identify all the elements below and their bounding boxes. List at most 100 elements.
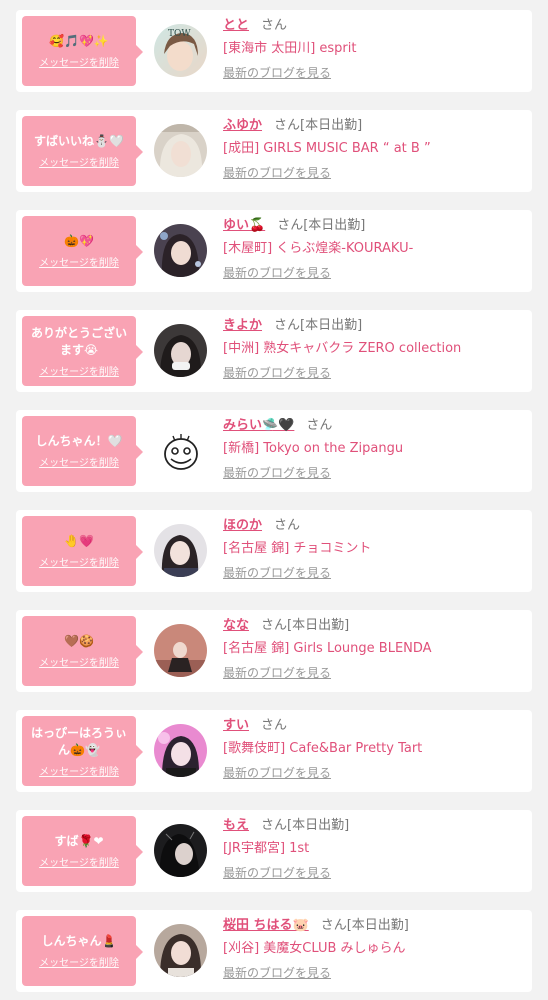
message-text: 🎃💖 [64,234,94,248]
honorific: さん [274,518,301,533]
latest-blog-link[interactable]: 最新のブログを見る [223,565,331,582]
latest-blog-link[interactable]: 最新のブログを見る [223,665,331,682]
latest-blog-link[interactable]: 最新のブログを見る [223,965,331,982]
avatar[interactable] [154,324,207,377]
avatar[interactable] [154,524,207,577]
honorific: さん [261,618,288,633]
message-bubble: はっぴーはろうぃん🎃👻 メッセージを削除 [22,716,143,786]
cast-info: なな さん[本日出勤] [名古屋 錦] Girls Lounge BLENDA 最… [223,616,524,682]
message-text: すば🌹❤ [54,834,104,848]
delete-message-link[interactable]: メッセージを削除 [39,763,119,778]
avatar[interactable] [154,824,207,877]
message-bubble: すば🌹❤ メッセージを削除 [22,816,143,886]
avatar[interactable] [154,424,207,477]
avatar[interactable] [154,924,207,977]
message-bubble: 🤎🍪 メッセージを削除 [22,616,143,686]
shop-link[interactable]: [名古屋 錦] チョコミント [223,539,524,558]
status-badge: [本日出勤] [300,318,363,333]
delete-message-link[interactable]: メッセージを削除 [39,363,119,378]
message-bubble: 🥰🎵💖✨ メッセージを削除 [22,16,143,86]
message-text: しんちゃん！🤍 [35,434,123,448]
latest-blog-link[interactable]: 最新のブログを見る [223,65,331,82]
cast-info: とと さん [東海市 太田川] esprit 最新のブログを見る [223,16,524,82]
avatar[interactable] [154,224,207,277]
shop-link[interactable]: [名古屋 錦] Girls Lounge BLENDA [223,639,524,658]
delete-message-link[interactable]: メッセージを削除 [39,154,119,169]
shop-link[interactable]: [刈谷] 美魔女CLUB みしゅらん [223,939,524,958]
message-bubble: すばいいね⛄🤍 メッセージを削除 [22,116,143,186]
cast-name-link[interactable]: みらい🛸🖤 [223,418,294,433]
cast-name-link[interactable]: 桜田 ちはる🐷 [223,918,309,933]
list-item: 🤎🍪 メッセージを削除 なな さん[本日出勤] [名古屋 錦] Girls Lou… [16,610,532,692]
latest-blog-link[interactable]: 最新のブログを見る [223,165,331,182]
latest-blog-link[interactable]: 最新のブログを見る [223,365,331,382]
shop-link[interactable]: [JR宇都宮] 1st [223,839,524,858]
avatar[interactable] [154,624,207,677]
message-text: ありがとうございます😭 [30,325,127,357]
shop-link[interactable]: [新橋] Tokyo on the Zipangu [223,439,524,458]
message-bubble: ありがとうございます😭 メッセージを削除 [22,316,143,386]
shop-link[interactable]: [木屋町] くらぶ煌楽-KOURAKU- [223,239,524,258]
list-item: 🥰🎵💖✨ メッセージを削除 TOW とと さん [東海市 太田川] esprit … [16,10,532,92]
message-list: 🥰🎵💖✨ メッセージを削除 TOW とと さん [東海市 太田川] esprit … [0,0,548,1000]
message-bubble: 🎃💖 メッセージを削除 [22,216,143,286]
status-badge: [本日出勤] [303,218,366,233]
message-bubble: しんちゃん！🤍 メッセージを削除 [22,416,143,486]
avatar[interactable] [154,124,207,177]
status-badge: [本日出勤] [346,918,409,933]
latest-blog-link[interactable]: 最新のブログを見る [223,865,331,882]
honorific: さん [261,718,288,733]
latest-blog-link[interactable]: 最新のブログを見る [223,265,331,282]
cast-info: きよか さん[本日出勤] [中洲] 熟女キャバクラ ZERO collection… [223,316,524,382]
message-text: 🥰🎵💖✨ [49,34,109,48]
cast-name-link[interactable]: もえ [223,818,249,833]
cast-name-link[interactable]: ふゆか [223,118,262,133]
honorific: さん [277,218,304,233]
cast-name-link[interactable]: ゆい🍒 [223,218,265,233]
cast-info: ほのか さん [名古屋 錦] チョコミント 最新のブログを見る [223,516,524,582]
svg-text:TOW: TOW [168,29,191,39]
cast-name-link[interactable]: きよか [223,318,262,333]
list-item: すばいいね⛄🤍 メッセージを削除 ふゆか さん[本日出勤] [成田] GIRLS … [16,110,532,192]
cast-info: ふゆか さん[本日出勤] [成田] GIRLS MUSIC BAR “ at B … [223,116,524,182]
shop-link[interactable]: [歌舞伎町] Cafe&Bar Pretty Tart [223,739,524,758]
cast-info: みらい🛸🖤 さん [新橋] Tokyo on the Zipangu 最新のブログ… [223,416,524,482]
message-text: しんちゃん💄 [41,934,117,948]
cast-name-link[interactable]: ほのか [223,518,262,533]
delete-message-link[interactable]: メッセージを削除 [39,454,119,469]
list-item: しんちゃん！🤍 メッセージを削除 みらい🛸🖤 さん [新橋] Tokyo on t… [16,410,532,492]
cast-info: ゆい🍒 さん[本日出勤] [木屋町] くらぶ煌楽-KOURAKU- 最新のブログを… [223,216,524,282]
status-badge: [本日出勤] [287,618,350,633]
cast-name-link[interactable]: とと [223,18,249,33]
status-badge: [本日出勤] [300,118,363,133]
shop-link[interactable]: [中洲] 熟女キャバクラ ZERO collection [223,339,524,358]
shop-link[interactable]: [成田] GIRLS MUSIC BAR “ at B ” [223,139,524,158]
latest-blog-link[interactable]: 最新のブログを見る [223,765,331,782]
message-bubble: しんちゃん💄 メッセージを削除 [22,916,143,986]
cast-name-link[interactable]: なな [223,618,249,633]
cast-info: すい さん [歌舞伎町] Cafe&Bar Pretty Tart 最新のブログを… [223,716,524,782]
cast-info: 桜田 ちはる🐷 さん[本日出勤] [刈谷] 美魔女CLUB みしゅらん 最新のブロ… [223,916,524,982]
delete-message-link[interactable]: メッセージを削除 [39,54,119,69]
delete-message-link[interactable]: メッセージを削除 [39,554,119,569]
message-text: 🤚💗 [64,534,94,548]
shop-link[interactable]: [東海市 太田川] esprit [223,39,524,58]
delete-message-link[interactable]: メッセージを削除 [39,954,119,969]
delete-message-link[interactable]: メッセージを削除 [39,854,119,869]
avatar[interactable] [154,724,207,777]
honorific: さん [306,418,333,433]
message-text: はっぴーはろうぃん🎃👻 [30,725,127,757]
latest-blog-link[interactable]: 最新のブログを見る [223,465,331,482]
honorific: さん [274,118,301,133]
message-text: すばいいね⛄🤍 [34,134,124,148]
delete-message-link[interactable]: メッセージを削除 [39,254,119,269]
list-item: 🎃💖 メッセージを削除 ゆい🍒 さん[本日出勤] [木屋町] くらぶ煌楽-KOUR… [16,210,532,292]
honorific: さん [274,318,301,333]
list-item: はっぴーはろうぃん🎃👻 メッセージを削除 すい さん [歌舞伎町] Cafe&Ba… [16,710,532,792]
list-item: しんちゃん💄 メッセージを削除 桜田 ちはる🐷 さん[本日出勤] [刈谷] 美魔女… [16,910,532,992]
message-text: 🤎🍪 [64,634,94,648]
cast-name-link[interactable]: すい [223,718,249,733]
avatar[interactable]: TOW [154,24,207,77]
message-bubble: 🤚💗 メッセージを削除 [22,516,143,586]
delete-message-link[interactable]: メッセージを削除 [39,654,119,669]
